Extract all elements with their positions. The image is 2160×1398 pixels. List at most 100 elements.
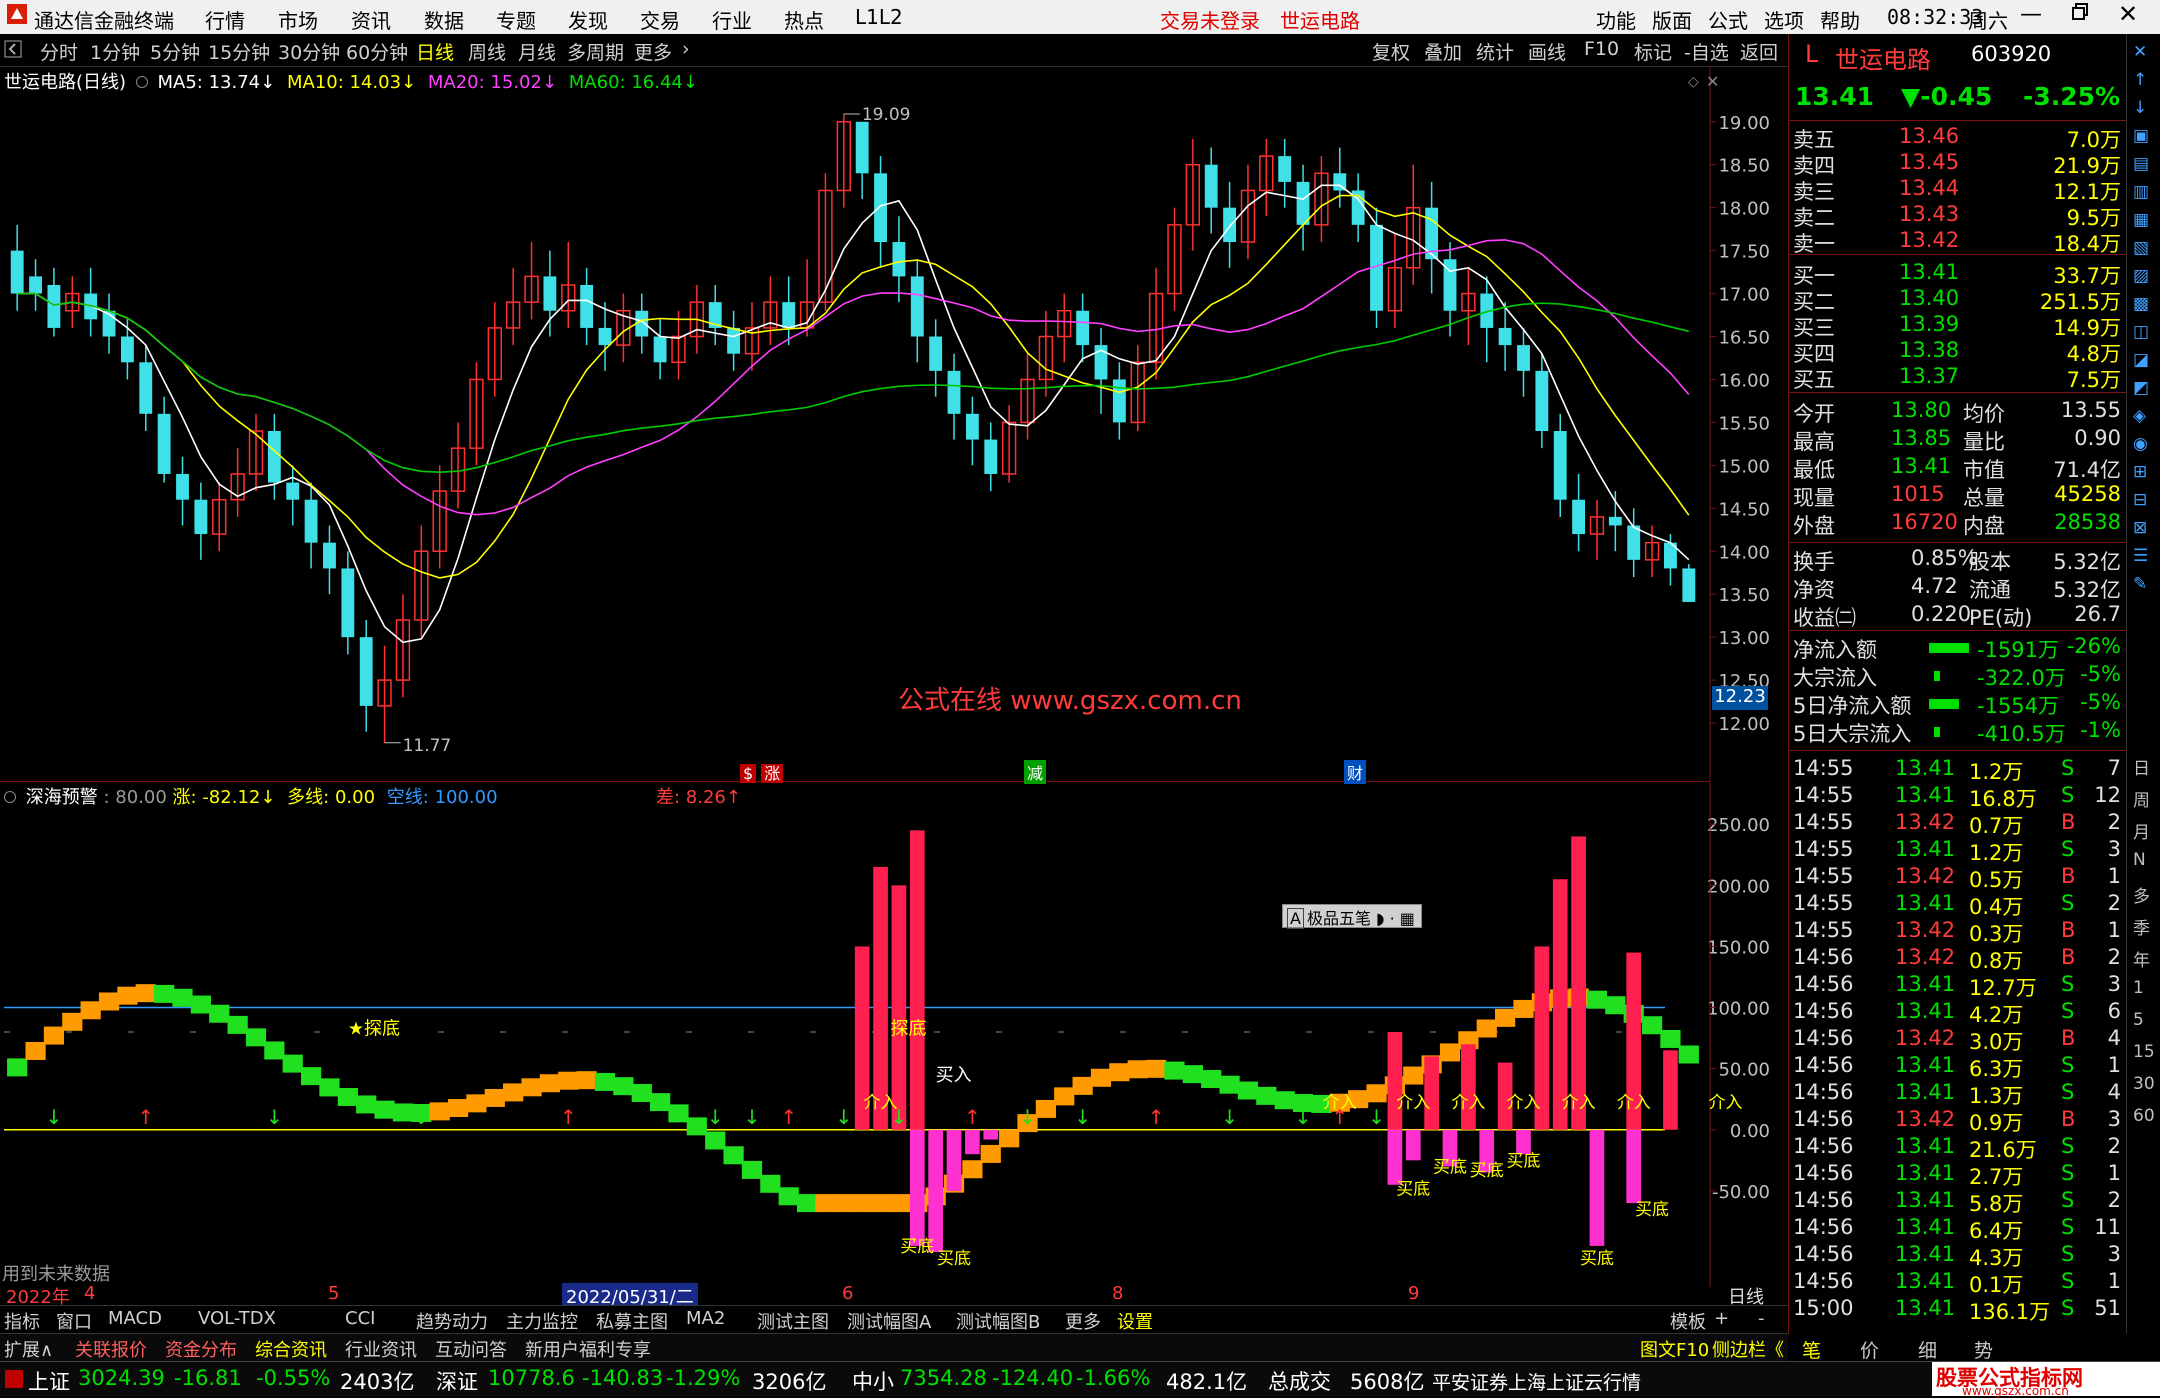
side-period-tab[interactable]: 60	[2133, 1106, 2155, 1126]
side-period-tab[interactable]: 30	[2133, 1074, 2155, 1094]
side-tool-icon[interactable]: ☰	[2133, 546, 2148, 566]
tab-4[interactable]: CCI	[345, 1308, 375, 1329]
period-60min[interactable]: 60分钟	[346, 38, 408, 65]
tool-fuquan[interactable]: 复权	[1372, 38, 1410, 65]
indicator-right-1[interactable]: +	[1714, 1308, 1729, 1329]
toolbar-toggle-icon[interactable]	[4, 40, 22, 63]
ime-floating-toolbar[interactable]: A 极品五笔 ◗ · ▦	[1282, 904, 1422, 929]
side-period-tab[interactable]: 日	[2133, 754, 2150, 779]
period-weekly[interactable]: 周线	[468, 38, 506, 65]
kline-chart[interactable]: 19.00 18.50 18.00 17.50 17.00 16.50 16.00 15.50…	[0, 66, 1788, 781]
chevron-right-icon[interactable]: ›	[682, 38, 690, 60]
tab-bi[interactable]: 笔	[1802, 1336, 1821, 1363]
indicator-right-2[interactable]: -	[1758, 1308, 1765, 1329]
period-30min[interactable]: 30分钟	[278, 38, 340, 65]
side-tool-icon[interactable]: ↑	[2133, 70, 2147, 90]
tab-xi[interactable]: 细	[1918, 1336, 1937, 1363]
side-tool-icon[interactable]: ✎	[2133, 574, 2147, 594]
tab-2[interactable]: MACD	[108, 1308, 162, 1329]
side-period-tab[interactable]: N	[2133, 850, 2146, 870]
side-tool-icon[interactable]: ◈	[2133, 406, 2146, 426]
side-tool-icon[interactable]: ▨	[2133, 266, 2149, 286]
side-tool-icon[interactable]: ◩	[2133, 378, 2149, 398]
menu-jiaoyi[interactable]: 交易	[640, 5, 680, 34]
minimize-icon[interactable]: —	[2020, 2, 2042, 27]
menu-hangye[interactable]: 行业	[712, 5, 752, 34]
close-icon[interactable]: ✕	[2118, 0, 2138, 28]
period-daily[interactable]: 日线	[416, 38, 454, 65]
side-tool-icon[interactable]: ▤	[2133, 154, 2149, 174]
side-tool-icon[interactable]: ⊠	[2133, 518, 2147, 538]
menu-gongneng[interactable]: 功能	[1596, 5, 1636, 34]
tab-5[interactable]: 互动问答	[435, 1336, 507, 1362]
side-period-tab[interactable]: 年	[2133, 946, 2150, 971]
period-multi[interactable]: 多周期	[567, 38, 624, 65]
tool-zixuan[interactable]: -自选	[1684, 38, 1729, 65]
side-tool-icon[interactable]: ◉	[2133, 434, 2148, 454]
period-1min[interactable]: 1分钟	[90, 38, 140, 65]
period-more[interactable]: 更多	[634, 38, 672, 65]
close-pane-icon[interactable]: ✕	[1706, 72, 1719, 91]
link-right-1[interactable]: 侧边栏《	[1712, 1336, 1784, 1362]
sh-label[interactable]: 上证	[28, 1366, 70, 1396]
tab-6[interactable]: 新用户福利专享	[525, 1336, 651, 1362]
menu-faxian[interactable]: 发现	[568, 5, 608, 34]
kline-chart-pane[interactable]: 19.00 18.50 18.00 17.50 17.00 16.50 16.00 15.50…	[0, 66, 1770, 784]
side-tool-icon[interactable]: ▩	[2133, 294, 2149, 314]
restore-icon[interactable]	[2070, 1, 2090, 26]
tool-f10[interactable]: F10	[1584, 38, 1619, 60]
side-tool-icon[interactable]: ⊟	[2133, 490, 2147, 510]
tab-12[interactable]: 更多	[1065, 1308, 1101, 1334]
tab-7[interactable]: 私募主图	[596, 1308, 668, 1334]
login-status[interactable]: 交易未登录	[1160, 5, 1260, 34]
tab-0[interactable]: 指标	[4, 1308, 40, 1334]
period-15min[interactable]: 15分钟	[208, 38, 270, 65]
menu-shuju[interactable]: 数据	[424, 5, 464, 34]
tab-1[interactable]: 窗口	[56, 1308, 92, 1334]
tool-tongji[interactable]: 统计	[1476, 38, 1514, 65]
side-tool-icon[interactable]: ↓	[2133, 98, 2147, 118]
event-marker-cai[interactable]: 财	[1344, 760, 1367, 784]
tab-11[interactable]: 测试幅图B	[956, 1308, 1040, 1334]
zx-label[interactable]: 中小	[852, 1366, 894, 1396]
side-tool-icon[interactable]: ◫	[2133, 322, 2149, 342]
indicator-pane[interactable]: 250.00 200.00 150.00 100.00 50.00 0.00 -50.00 ↓…	[0, 782, 1770, 1287]
side-tool-icon[interactable]: ◪	[2133, 350, 2149, 370]
side-period-tab[interactable]: 15	[2133, 1042, 2155, 1062]
event-marker-zhang[interactable]: $ 涨	[740, 760, 784, 784]
tab-8[interactable]: MA2	[686, 1308, 725, 1329]
tab-3[interactable]: VOL-TDX	[198, 1308, 276, 1329]
period-fenshi[interactable]: 分时	[40, 38, 78, 65]
menu-hangqing[interactable]: 行情	[205, 5, 245, 34]
tab-3[interactable]: 综合资讯	[255, 1336, 327, 1362]
side-period-tab[interactable]: 周	[2133, 786, 2150, 811]
tool-biaoji[interactable]: 标记	[1634, 38, 1672, 65]
tab-10[interactable]: 测试幅图A	[847, 1308, 931, 1334]
menu-gongshi[interactable]: 公式	[1708, 5, 1748, 34]
tool-diejia[interactable]: 叠加	[1424, 38, 1462, 65]
tool-huaxian[interactable]: 画线	[1528, 38, 1566, 65]
tab-13[interactable]: 设置	[1117, 1308, 1153, 1334]
tab-2[interactable]: 资金分布	[165, 1336, 237, 1362]
side-tool-icon[interactable]: ▥	[2133, 182, 2149, 202]
menu-bangzhu[interactable]: 帮助	[1820, 5, 1860, 34]
tab-6[interactable]: 主力监控	[506, 1308, 578, 1334]
side-period-tab[interactable]: 多	[2133, 882, 2150, 907]
diamond-icon[interactable]: ◇	[1688, 74, 1699, 90]
indicator-chart[interactable]: 250.00 200.00 150.00 100.00 50.00 0.00 -50.00 ↓…	[0, 782, 1788, 1287]
side-tool-icon[interactable]: ▧	[2133, 238, 2149, 258]
tab-0[interactable]: 扩展∧	[4, 1336, 53, 1362]
side-tool-icon[interactable]: ⊞	[2133, 462, 2147, 482]
side-tool-icon[interactable]: ▦	[2133, 210, 2149, 230]
side-period-tab[interactable]: 月	[2133, 818, 2150, 843]
sz-label[interactable]: 深证	[436, 1366, 478, 1396]
tab-5[interactable]: 趋势动力	[416, 1308, 488, 1334]
tab-jia[interactable]: 价	[1860, 1336, 1879, 1363]
link-right-0[interactable]: 图文F10	[1640, 1336, 1709, 1362]
menu-redian[interactable]: 热点	[784, 5, 824, 34]
menu-xuanxiang[interactable]: 选项	[1764, 5, 1804, 34]
menu-l1l2[interactable]: L1L2	[855, 5, 903, 29]
tool-fanhui[interactable]: 返回	[1740, 38, 1778, 65]
indicator-right-0[interactable]: 模板	[1670, 1308, 1706, 1334]
tab-9[interactable]: 测试主图	[757, 1308, 829, 1334]
